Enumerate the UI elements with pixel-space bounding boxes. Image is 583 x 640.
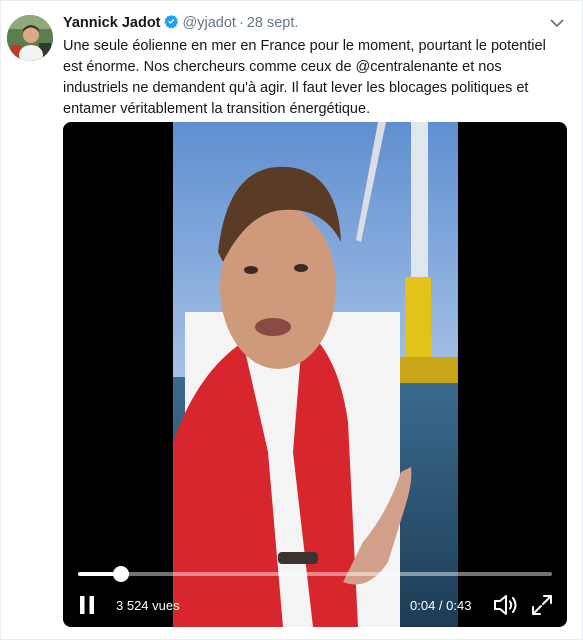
avatar[interactable] <box>7 15 53 61</box>
video-frame[interactable] <box>173 122 458 627</box>
tweet-card[interactable]: Yannick Jadot @yjadot · 28 sept. Une seule … <box>0 0 583 640</box>
progress-bar[interactable] <box>78 566 552 582</box>
author-handle[interactable]: @yjadot <box>183 15 236 31</box>
volume-icon[interactable] <box>493 593 519 617</box>
video-player[interactable]: 3 524 vues 0:04 / 0:43 <box>63 122 567 627</box>
video-time: 0:04 / 0:43 <box>410 598 472 613</box>
tweet-date[interactable]: 28 sept. <box>247 15 299 31</box>
progress-thumb[interactable] <box>112 566 129 582</box>
tweet-text: Une seule éolienne en mer en France pour… <box>63 38 546 117</box>
pause-icon[interactable] <box>78 595 96 615</box>
chevron-down-icon[interactable] <box>549 15 565 31</box>
verified-badge-icon <box>163 14 179 34</box>
fullscreen-icon[interactable] <box>531 594 553 616</box>
tweet-header: Yannick Jadot @yjadot · 28 sept. <box>63 14 298 34</box>
avatar-photo <box>7 15 53 61</box>
author-name[interactable]: Yannick Jadot <box>63 15 161 31</box>
header-separator: · <box>238 15 244 31</box>
view-count: 3 524 vues <box>116 598 180 613</box>
